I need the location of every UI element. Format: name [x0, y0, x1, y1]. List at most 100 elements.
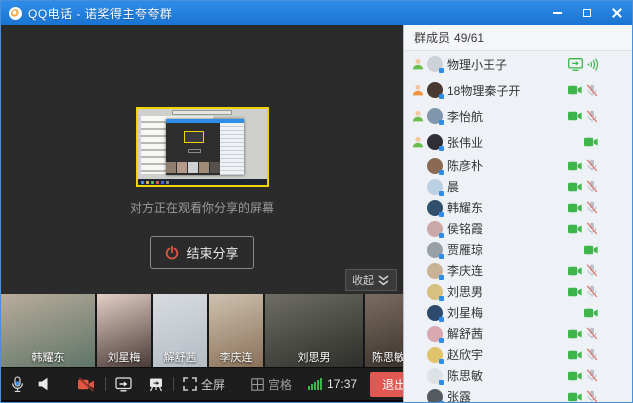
fullscreen-button[interactable]: 全屏: [183, 376, 225, 393]
member-name: 张伟业: [447, 134, 483, 151]
camera-off-button[interactable]: [77, 377, 96, 392]
screen-share-icon: [568, 58, 583, 71]
member-name: 晨: [447, 178, 459, 195]
member-name: 李怡航: [447, 108, 483, 125]
video-tile[interactable]: 解舒茜: [153, 294, 207, 367]
preview-member-panel: [220, 123, 244, 175]
member-list: 物理小王子18物理秦子开李怡航张伟业陈彦朴晨韩耀东侯铭霞贾雁琼李庆连刘思男刘星梅…: [404, 51, 632, 402]
video-tile-name: 李庆连: [209, 349, 263, 365]
maximize-button[interactable]: [580, 6, 594, 20]
camera-icon: [568, 111, 582, 121]
window-controls: [550, 6, 624, 20]
avatar: [427, 221, 443, 237]
end-share-button[interactable]: 结束分享: [150, 236, 253, 269]
member-row[interactable]: 物理小王子: [412, 51, 632, 77]
camera-icon: [584, 308, 598, 318]
video-tile[interactable]: 刘思男: [265, 294, 363, 367]
mic-muted-icon: [586, 201, 598, 214]
member-row[interactable]: 刘思男: [412, 281, 632, 302]
member-status-icons: [584, 137, 598, 147]
camera-icon: [568, 182, 582, 192]
mic-muted-icon: [586, 264, 598, 277]
minimize-button[interactable]: [550, 6, 564, 20]
video-thumbnail-strip: 韩耀东刘星梅解舒茜李庆连刘思男陈思敏: [1, 294, 403, 367]
member-name: 刘星梅: [447, 304, 483, 321]
member-name: 韩耀东: [447, 199, 483, 216]
video-tile-name: 刘星梅: [97, 349, 151, 365]
toolbar-divider: [173, 377, 174, 391]
member-status-icons: [568, 327, 598, 340]
avatar: [427, 347, 443, 363]
mic-muted-icon: [586, 369, 598, 382]
member-row[interactable]: 解舒茜: [412, 323, 632, 344]
member-name: 陈思敏: [447, 367, 483, 384]
camera-icon: [568, 85, 582, 95]
avatar: [427, 305, 443, 321]
qq-logo-icon: [9, 7, 22, 20]
share-stage: 对方正在观看你分享的屏幕 结束分享 收起: [1, 25, 403, 294]
member-row[interactable]: 18物理秦子开: [412, 77, 632, 103]
member-row[interactable]: 张伟业: [412, 129, 632, 155]
video-tile[interactable]: 韩耀东: [1, 294, 95, 367]
speaker-button[interactable]: [37, 377, 50, 391]
member-row[interactable]: 李庆连: [412, 260, 632, 281]
preview-call-window: [166, 119, 244, 175]
member-row[interactable]: 陈彦朴: [412, 155, 632, 176]
member-row[interactable]: 侯铭霞: [412, 218, 632, 239]
mic-muted-icon: [586, 110, 598, 123]
avatar: [427, 134, 443, 150]
microphone-button[interactable]: [11, 376, 24, 393]
mic-muted-icon: [586, 84, 598, 97]
fullscreen-icon: [183, 377, 197, 391]
video-tile[interactable]: 李庆连: [209, 294, 263, 367]
collapse-strip-button[interactable]: 收起: [345, 269, 397, 291]
whiteboard-button[interactable]: [148, 377, 164, 392]
member-row[interactable]: 刘星梅: [412, 302, 632, 323]
grid-view-button[interactable]: 宫格: [251, 376, 292, 393]
avatar: [427, 242, 443, 258]
member-status-icons: [568, 390, 598, 402]
member-row[interactable]: 贾雁琼: [412, 239, 632, 260]
avatar: [427, 368, 443, 384]
mic-muted-icon: [586, 285, 598, 298]
video-tile[interactable]: 刘星梅: [97, 294, 151, 367]
member-name: 侯铭霞: [447, 220, 483, 237]
shared-screen-preview: [136, 107, 269, 187]
member-row[interactable]: 张露: [412, 386, 632, 402]
camera-icon: [568, 287, 582, 297]
mic-muted-icon: [586, 348, 598, 361]
camera-icon: [568, 161, 582, 171]
mic-muted-icon: [586, 327, 598, 340]
collapse-label: 收起: [352, 272, 374, 288]
member-row[interactable]: 晨: [412, 176, 632, 197]
member-row[interactable]: 李怡航: [412, 103, 632, 129]
call-toolbar: 全屏 宫格 17:37 退出 结束: [1, 367, 403, 400]
qq-call-window: QQ电话 - 诺奖得主夸夸群: [0, 0, 633, 403]
close-button[interactable]: [610, 6, 624, 20]
avatar: [427, 56, 443, 72]
camera-icon: [568, 371, 582, 381]
role-person-icon: [412, 58, 424, 70]
member-name: 解舒茜: [447, 325, 483, 342]
avatar: [427, 158, 443, 174]
video-tile[interactable]: 陈思敏: [365, 294, 403, 367]
member-list-header: 群成员 49/61: [404, 25, 632, 51]
member-name: 赵欣宇: [447, 346, 483, 363]
member-name: 陈彦朴: [447, 157, 483, 174]
screen-share-button[interactable]: [115, 377, 132, 392]
member-status-icons: [568, 159, 598, 172]
member-row[interactable]: 韩耀东: [412, 197, 632, 218]
double-chevron-down-icon: [377, 275, 390, 286]
end-share-label: 结束分享: [186, 243, 238, 262]
member-status-icons: [568, 369, 598, 382]
avatar: [427, 263, 443, 279]
member-count: 49/61: [454, 31, 484, 45]
camera-icon: [568, 266, 582, 276]
member-row[interactable]: 陈思敏: [412, 365, 632, 386]
member-row[interactable]: 赵欣宇: [412, 344, 632, 365]
close-icon: [612, 8, 622, 18]
call-main-area: 对方正在观看你分享的屏幕 结束分享 收起: [1, 25, 403, 402]
avatar: [427, 200, 443, 216]
camera-icon: [568, 329, 582, 339]
speaking-icon: [587, 58, 598, 71]
